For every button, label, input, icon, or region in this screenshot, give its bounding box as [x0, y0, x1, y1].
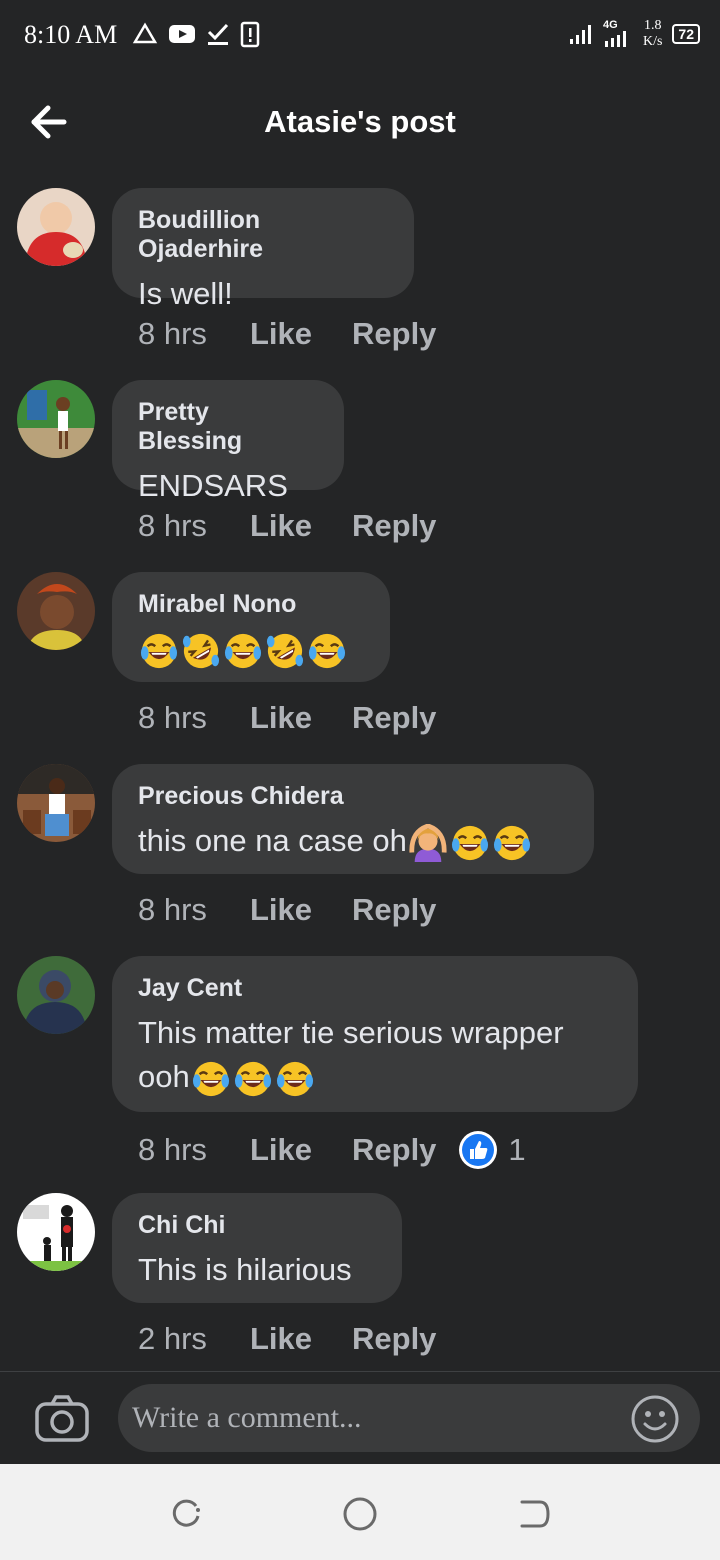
- comment-text: This matter tie serious wrapper ooh: [138, 1011, 610, 1099]
- signal-icon: [569, 25, 591, 44]
- comment-bubble[interactable]: Jay Cent This matter tie serious wrapper…: [112, 956, 638, 1112]
- avatar[interactable]: [17, 188, 95, 266]
- status-time: 8:10 AM: [24, 20, 118, 49]
- like-button[interactable]: Like: [250, 700, 352, 736]
- like-button[interactable]: Like: [250, 892, 352, 928]
- joy-emoji-icon: [192, 1060, 230, 1098]
- storage-alert-icon: [240, 21, 260, 48]
- recent-apps-icon[interactable]: [166, 1494, 206, 1534]
- comment-time[interactable]: 8 hrs: [138, 508, 250, 544]
- reply-button[interactable]: Reply: [352, 1132, 436, 1168]
- facepalm-woman-emoji-icon: [409, 824, 447, 862]
- comment-bubble[interactable]: Boudillion Ojaderhire Is well!: [112, 188, 414, 311]
- comment-author[interactable]: Chi Chi: [138, 1211, 374, 1240]
- comment-time[interactable]: 2 hrs: [138, 1321, 250, 1357]
- like-button[interactable]: Like: [250, 508, 352, 544]
- comment-author[interactable]: Precious Chidera: [138, 782, 566, 811]
- comment-actions: 2 hrs Like Reply: [138, 1321, 436, 1357]
- system-navigation-bar: [0, 1464, 720, 1560]
- comment-author[interactable]: Mirabel Nono: [138, 590, 362, 619]
- comment-text: this one na case oh: [138, 819, 566, 863]
- notification-icons: [132, 20, 260, 48]
- comment-input[interactable]: [118, 1384, 700, 1452]
- network-speed: 1.8 K/s: [643, 18, 662, 50]
- battery-indicator: 72: [672, 24, 700, 44]
- comment-author[interactable]: Pretty Blessing: [138, 398, 316, 456]
- comment-composer: [0, 1372, 720, 1464]
- like-button[interactable]: Like: [250, 1132, 352, 1168]
- home-icon[interactable]: [340, 1494, 380, 1534]
- reply-button[interactable]: Reply: [352, 508, 436, 544]
- comment-actions: 8 hrs Like Reply: [138, 316, 436, 352]
- mobile-data-icon: 4G: [602, 19, 633, 47]
- comment-actions: 8 hrs Like Reply: [138, 508, 436, 544]
- reply-button[interactable]: Reply: [352, 316, 436, 352]
- comment-author[interactable]: Jay Cent: [138, 974, 610, 1003]
- download-complete-icon: [207, 23, 229, 45]
- comment-time[interactable]: 8 hrs: [138, 892, 250, 928]
- comment-text: ENDSARS: [138, 468, 288, 503]
- avatar[interactable]: [17, 572, 95, 650]
- comment-text-continued: ooh: [138, 1059, 190, 1094]
- avatar[interactable]: [17, 1193, 95, 1271]
- network-speed-value: 1.8: [643, 18, 662, 33]
- comment-text-content: This matter tie serious wrapper: [138, 1015, 564, 1050]
- joy-emoji-icon: [234, 1060, 272, 1098]
- drive-icon: [132, 22, 158, 44]
- reply-button[interactable]: Reply: [352, 1321, 436, 1357]
- reply-button[interactable]: Reply: [352, 892, 436, 928]
- comment-text: [138, 627, 362, 671]
- page-title: Atasie's post: [264, 104, 456, 139]
- comment-bubble[interactable]: Precious Chidera this one na case oh: [112, 764, 594, 874]
- comment-time[interactable]: 8 hrs: [138, 1132, 250, 1168]
- joy-emoji-icon: [493, 824, 531, 862]
- comment-actions: 8 hrs Like Reply 1: [138, 1130, 526, 1170]
- thumbs-up-icon: [459, 1131, 498, 1169]
- youtube-icon: [169, 25, 195, 43]
- header: Atasie's post: [0, 80, 720, 164]
- comment-time[interactable]: 8 hrs: [138, 316, 250, 352]
- like-button[interactable]: Like: [250, 316, 352, 352]
- joy-emoji-icon: [451, 824, 489, 862]
- comment-bubble[interactable]: Mirabel Nono: [112, 572, 390, 682]
- comment-bubble[interactable]: Pretty Blessing ENDSARS: [112, 380, 344, 503]
- network-type-label: 4G: [602, 19, 618, 31]
- comment-text: Is well!: [138, 276, 233, 311]
- like-button[interactable]: Like: [250, 1321, 352, 1357]
- status-bar: 8:10 AM 4G 1.8 K/s 72: [0, 0, 720, 70]
- back-icon[interactable]: [514, 1494, 554, 1534]
- avatar[interactable]: [17, 380, 95, 458]
- comment-text-content: this one na case oh: [138, 823, 407, 858]
- emoji-picker-icon[interactable]: [630, 1394, 680, 1444]
- reaction-count: 1: [508, 1132, 526, 1167]
- avatar[interactable]: [17, 956, 95, 1034]
- joy-emoji-icon: [308, 632, 346, 670]
- comment-text: This is hilarious: [138, 1252, 352, 1287]
- joy-emoji-icon: [224, 632, 262, 670]
- joy-emoji-icon: [276, 1060, 314, 1098]
- joy-emoji-icon: [140, 632, 178, 670]
- camera-icon[interactable]: [34, 1392, 90, 1444]
- rofl-emoji-icon: [182, 632, 220, 670]
- comment-bubble[interactable]: Chi Chi This is hilarious: [112, 1193, 402, 1303]
- reply-button[interactable]: Reply: [352, 700, 436, 736]
- rofl-emoji-icon: [266, 632, 304, 670]
- comment-time[interactable]: 8 hrs: [138, 700, 250, 736]
- comment-actions: 8 hrs Like Reply: [138, 700, 436, 736]
- avatar[interactable]: [17, 764, 95, 842]
- reaction-summary[interactable]: 1: [458, 1130, 526, 1170]
- comment-author[interactable]: Boudillion Ojaderhire: [138, 206, 386, 264]
- system-indicators: 4G 1.8 K/s 72: [569, 18, 700, 50]
- comment-actions: 8 hrs Like Reply: [138, 892, 436, 928]
- network-speed-unit: K/s: [642, 34, 663, 49]
